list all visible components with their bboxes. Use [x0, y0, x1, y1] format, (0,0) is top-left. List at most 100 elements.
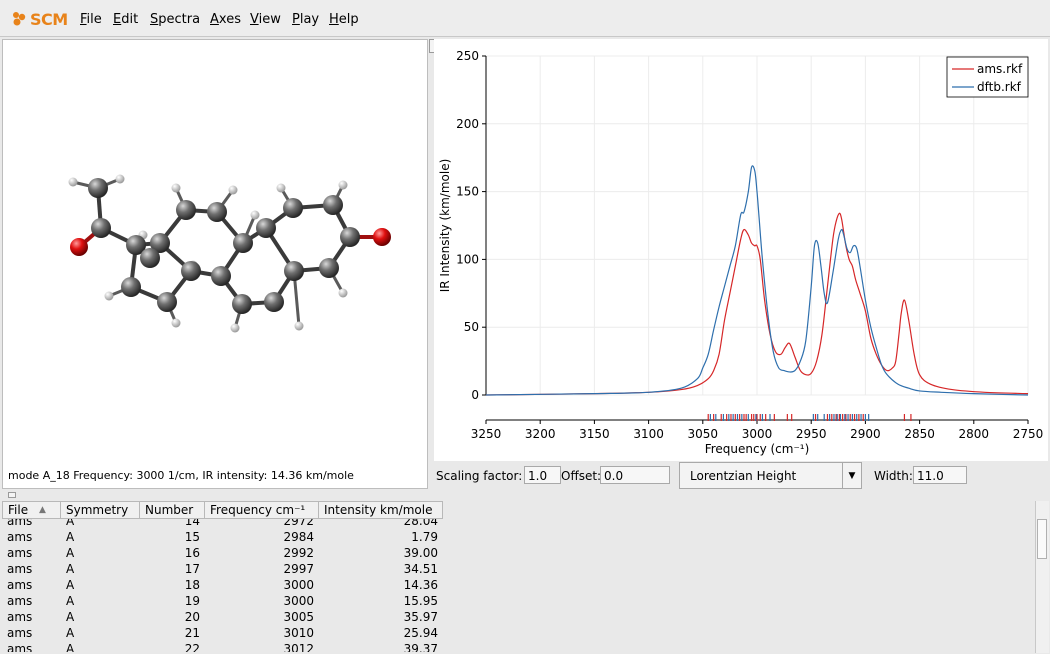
x-tick-label: 2800: [959, 427, 990, 441]
y-tick-label: 250: [456, 49, 479, 63]
table-cell: ams: [7, 610, 33, 624]
x-tick-label: 2750: [1013, 427, 1044, 441]
hydrogen-atom: [171, 318, 181, 328]
scrollbar-thumb[interactable]: [1037, 519, 1047, 559]
hydrogen-atom: [294, 321, 304, 331]
table-cell: 14: [184, 519, 200, 528]
carbon-atom: [340, 227, 360, 247]
column-header-frequency[interactable]: Frequency cm⁻¹: [205, 501, 319, 519]
carbon-atom: [207, 202, 227, 222]
table-cell: A: [66, 578, 75, 592]
column-header-number[interactable]: Number: [140, 501, 205, 519]
sort-ascending-icon[interactable]: ▲: [39, 502, 46, 519]
table-cell: 39.37: [403, 642, 438, 652]
carbon-atom: [256, 218, 276, 238]
ir-spectrum-chart[interactable]: 0 50 100 150 200 250 3250 3200 3150 3100 3050 3000 2…: [434, 39, 1048, 461]
table-cell: 17: [184, 562, 200, 576]
table-cell: ams: [7, 578, 33, 592]
table-cell: 15.95: [403, 594, 438, 608]
carbon-atom: [264, 292, 284, 312]
table-cell: 2992: [283, 546, 314, 560]
x-tick-label: 2900: [850, 427, 881, 441]
menu-spectra[interactable]: Spectra: [150, 12, 200, 27]
y-tick-label: 200: [456, 117, 479, 131]
width-input[interactable]: 11.0: [913, 466, 967, 484]
table-cell: 16: [184, 546, 200, 560]
menu-file[interactable]: File: [80, 12, 102, 27]
hydrogen-atom: [250, 210, 260, 220]
spectrum-plot[interactable]: 0 50 100 150 200 250 3250 3200 3150 3100 3050 3000 2…: [434, 39, 1048, 461]
table-row[interactable]: ams A 20 3005 35.97: [2, 609, 443, 625]
table-cell: ams: [7, 562, 33, 576]
table-cell: 1.79: [411, 530, 438, 544]
table-row[interactable]: ams A 15 2984 1.79: [2, 529, 443, 545]
carbon-atom: [88, 178, 108, 198]
menu-edit[interactable]: Edit: [113, 12, 138, 27]
mode-status-text: mode A_18 Frequency: 3000 1/cm, IR inten…: [8, 469, 354, 482]
hydrogen-atom: [104, 291, 114, 301]
table-cell: ams: [7, 546, 33, 560]
table-cell: A: [66, 519, 75, 528]
column-header-file[interactable]: File ▲: [2, 501, 61, 519]
modes-table: File ▲ Symmetry Number Frequency cm⁻¹ In…: [0, 499, 1050, 654]
hydrogen-atom: [338, 180, 348, 190]
column-header-intensity[interactable]: Intensity km/mole: [319, 501, 443, 519]
hydrogen-atom: [338, 288, 348, 298]
menu-help[interactable]: Help: [329, 12, 359, 27]
carbon-atom: [157, 292, 177, 312]
x-tick-label: 3000: [742, 427, 773, 441]
table-cell: ams: [7, 530, 33, 544]
table-cell: A: [66, 546, 75, 560]
table-row[interactable]: ams A 22 3012 39.37: [2, 641, 443, 652]
table-row[interactable]: ams A 16 2992 39.00: [2, 545, 443, 561]
hydrogen-atom: [171, 183, 181, 193]
table-row[interactable]: ams A 17 2997 34.51: [2, 561, 443, 577]
carbon-atom: [121, 277, 141, 297]
y-tick-label: 0: [471, 388, 479, 402]
scaling-factor-input[interactable]: 1.0: [524, 466, 561, 484]
carbon-atom: [140, 248, 160, 268]
menu-play[interactable]: Play: [292, 12, 319, 27]
x-tick-label: 2850: [904, 427, 935, 441]
x-tick-label: 3050: [688, 427, 719, 441]
horizontal-splitter[interactable]: [0, 491, 1050, 499]
table-cell: 28.04: [403, 519, 438, 528]
molecule-render[interactable]: [3, 40, 427, 460]
table-cell: ams: [7, 626, 33, 640]
table-cell: 3012: [283, 642, 314, 652]
table-cell: ams: [7, 519, 33, 528]
hydrogen-atom: [68, 177, 78, 187]
table-cell: 14.36: [403, 578, 438, 592]
column-header-symmetry[interactable]: Symmetry: [61, 501, 140, 519]
brand-name: SCM: [30, 9, 68, 29]
table-cell: 19: [184, 594, 200, 608]
table-cell: 22: [184, 642, 200, 652]
x-tick-label: 3150: [579, 427, 610, 441]
table-cell: A: [66, 530, 75, 544]
hydrogen-atom: [230, 323, 240, 333]
legend-label: dftb.rkf: [977, 80, 1022, 94]
table-row[interactable]: ams A 19 3000 15.95: [2, 593, 443, 609]
table-row[interactable]: ams A 18 3000 14.36: [2, 577, 443, 593]
carbon-atom: [323, 195, 343, 215]
offset-input[interactable]: 0.0: [600, 466, 670, 484]
lineshape-select[interactable]: Lorentzian Height ▼: [679, 462, 862, 489]
menu-axes[interactable]: Axes: [210, 12, 241, 27]
table-cell: 25.94: [403, 626, 438, 640]
table-cell: A: [66, 562, 75, 576]
hsplit-handle[interactable]: [8, 492, 16, 498]
chevron-down-icon[interactable]: ▼: [842, 463, 861, 488]
table-cell: A: [66, 642, 75, 652]
table-body: ams A 14 2972 28.04 ams A 15 2984 1.79 ams A 16 2992 3…: [2, 519, 1034, 652]
table-cell: A: [66, 626, 75, 640]
table-row[interactable]: ams A 21 3010 25.94: [2, 625, 443, 641]
table-cell: 21: [184, 626, 200, 640]
legend-label: ams.rkf: [977, 62, 1023, 76]
table-scrollbar[interactable]: [1035, 501, 1049, 653]
menu-view[interactable]: View: [250, 12, 281, 27]
molecule-viewer[interactable]: [2, 39, 428, 489]
table-cell: 3000: [283, 594, 314, 608]
table-row[interactable]: ams A 14 2972 28.04: [2, 519, 443, 529]
table-cell: 34.51: [403, 562, 438, 576]
scm-logo[interactable]: SCM: [11, 9, 68, 29]
